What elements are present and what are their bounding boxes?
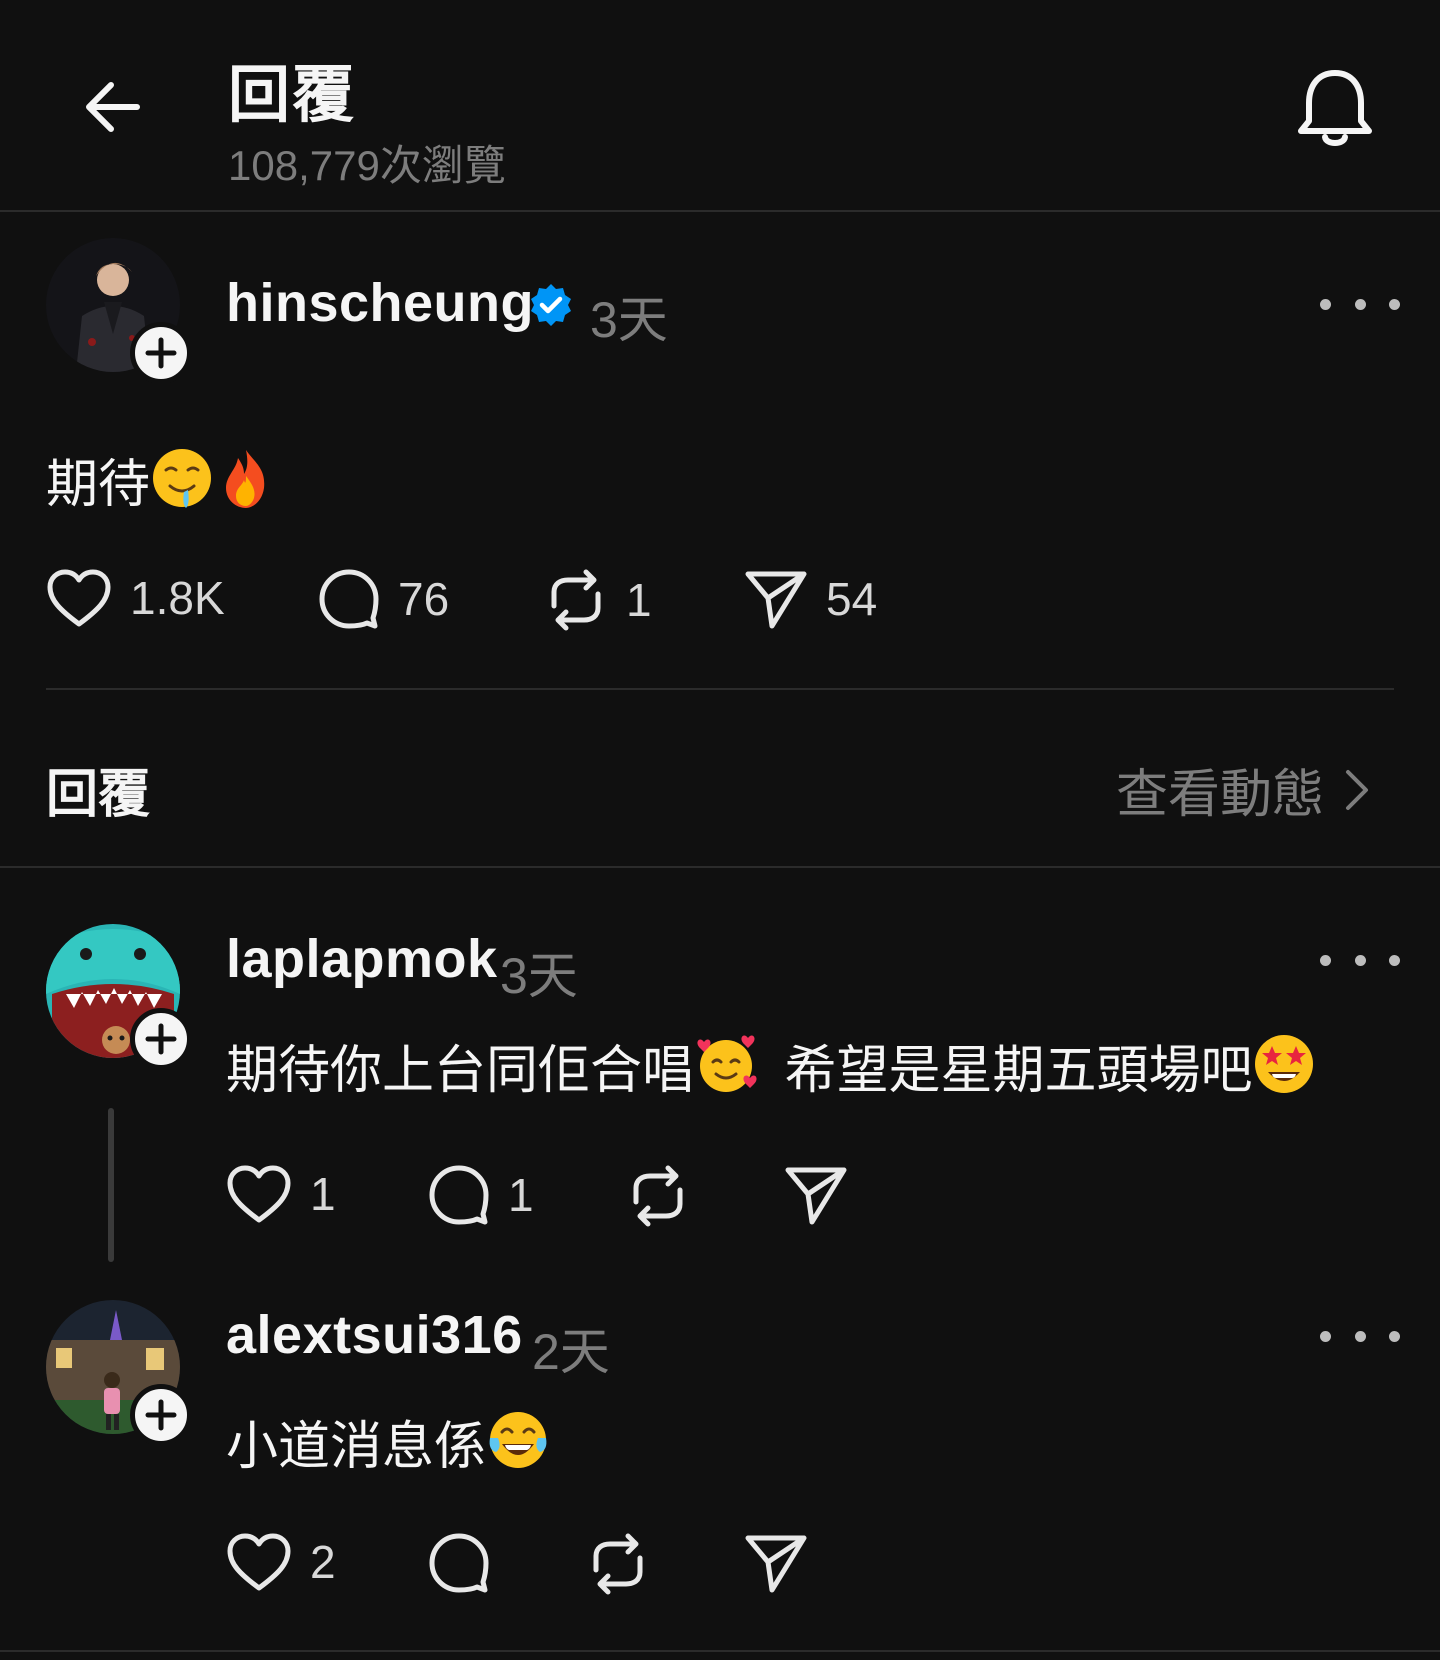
repost-icon bbox=[593, 1533, 643, 1595]
like-count: 2 bbox=[310, 1536, 336, 1588]
reply-count: 76 bbox=[398, 573, 450, 625]
page-title: 回覆 bbox=[228, 61, 357, 130]
reply-username[interactable]: alextsui316 bbox=[226, 1304, 523, 1366]
post-time: 3天 bbox=[590, 292, 668, 348]
reply-time: 2天 bbox=[532, 1324, 610, 1380]
notifications-button[interactable] bbox=[1290, 64, 1380, 154]
view-activity-link[interactable]: 查看動態 bbox=[1116, 752, 1370, 827]
repost-icon bbox=[633, 1165, 683, 1227]
arrow-left-icon bbox=[86, 82, 140, 132]
send-icon bbox=[745, 571, 807, 629]
dot bbox=[1320, 954, 1331, 966]
reply-username[interactable]: laplapmok bbox=[226, 928, 498, 990]
comment-icon bbox=[429, 1165, 489, 1225]
heart-icon bbox=[47, 569, 111, 627]
reply-button[interactable]: 76 bbox=[318, 568, 449, 630]
heart-icon bbox=[227, 1165, 291, 1223]
share-button[interactable] bbox=[784, 1164, 848, 1226]
dot bbox=[1320, 1330, 1331, 1342]
face-with-tears-of-joy-emoji bbox=[489, 1412, 547, 1468]
plus-icon bbox=[145, 337, 177, 369]
thread-line bbox=[108, 1108, 114, 1262]
post-text: 期待 bbox=[46, 442, 278, 517]
star-struck-emoji bbox=[1255, 1035, 1314, 1093]
comment-icon bbox=[429, 1533, 489, 1593]
divider bbox=[0, 1650, 1440, 1652]
dot bbox=[1389, 954, 1400, 966]
plus-icon bbox=[145, 1023, 177, 1055]
drooling-face-emoji bbox=[153, 449, 212, 508]
divider bbox=[46, 688, 1394, 690]
more-options-button[interactable] bbox=[1320, 284, 1400, 324]
view-count: 108,779次瀏覽 bbox=[228, 142, 506, 189]
send-icon bbox=[745, 1535, 807, 1593]
top-bar: 回覆 108,779次瀏覽 bbox=[0, 0, 1440, 212]
reply-count: 1 bbox=[508, 1169, 534, 1221]
share-button[interactable]: 54 bbox=[744, 568, 877, 630]
reply-text-part1: 期待你上台同佢合唱 bbox=[226, 1042, 695, 1100]
view-activity-label: 查看動態 bbox=[1116, 766, 1325, 824]
divider bbox=[0, 866, 1440, 868]
back-button[interactable] bbox=[78, 72, 148, 142]
follow-button[interactable] bbox=[130, 1008, 192, 1070]
like-button[interactable]: 2 bbox=[226, 1532, 336, 1592]
dot bbox=[1354, 954, 1366, 966]
reply-button[interactable]: 1 bbox=[428, 1164, 534, 1226]
repost-icon bbox=[551, 569, 601, 631]
follow-button[interactable] bbox=[130, 1384, 192, 1446]
reply-text: 小道消息係 bbox=[226, 1404, 550, 1479]
dot bbox=[1389, 1330, 1400, 1342]
repost-button[interactable] bbox=[626, 1164, 690, 1228]
reply-button[interactable] bbox=[428, 1532, 490, 1594]
post-text-content: 期待 bbox=[46, 456, 151, 514]
comment-icon bbox=[319, 569, 379, 629]
dot bbox=[1354, 1330, 1366, 1342]
reply-text-content: 小道消息係 bbox=[226, 1418, 487, 1476]
repost-count: 1 bbox=[626, 574, 652, 626]
more-options-button[interactable] bbox=[1320, 1316, 1400, 1356]
dot bbox=[1389, 298, 1400, 310]
reply-time: 3天 bbox=[500, 948, 578, 1004]
repost-button[interactable] bbox=[586, 1532, 650, 1596]
plus-icon bbox=[145, 1399, 177, 1431]
more-options-button[interactable] bbox=[1320, 940, 1400, 980]
like-count: 1.8K bbox=[130, 572, 225, 624]
bell-icon bbox=[1298, 70, 1372, 146]
replies-heading: 回覆 bbox=[46, 766, 151, 824]
like-button[interactable]: 1.8K bbox=[46, 568, 225, 628]
follow-button[interactable] bbox=[130, 322, 192, 384]
post-username[interactable]: hinscheung bbox=[226, 272, 534, 334]
fire-emoji bbox=[226, 450, 265, 508]
send-icon bbox=[785, 1167, 847, 1225]
repost-button[interactable]: 1 bbox=[544, 568, 652, 632]
like-count: 1 bbox=[310, 1168, 336, 1220]
verified-badge-icon bbox=[531, 284, 571, 326]
like-button[interactable]: 1 bbox=[226, 1164, 336, 1224]
share-button[interactable] bbox=[744, 1532, 808, 1594]
dot bbox=[1354, 298, 1366, 310]
dot bbox=[1320, 298, 1331, 310]
reply-text: 期待你上台同佢合唱 希望是星期五頭場吧 bbox=[226, 1028, 1316, 1103]
smiling-face-with-hearts-emoji bbox=[697, 1035, 757, 1092]
share-count: 54 bbox=[826, 573, 878, 625]
heart-icon bbox=[227, 1533, 291, 1591]
reply-text-part2: 希望是星期五頭場吧 bbox=[784, 1042, 1253, 1100]
chevron-right-icon bbox=[1346, 769, 1369, 810]
